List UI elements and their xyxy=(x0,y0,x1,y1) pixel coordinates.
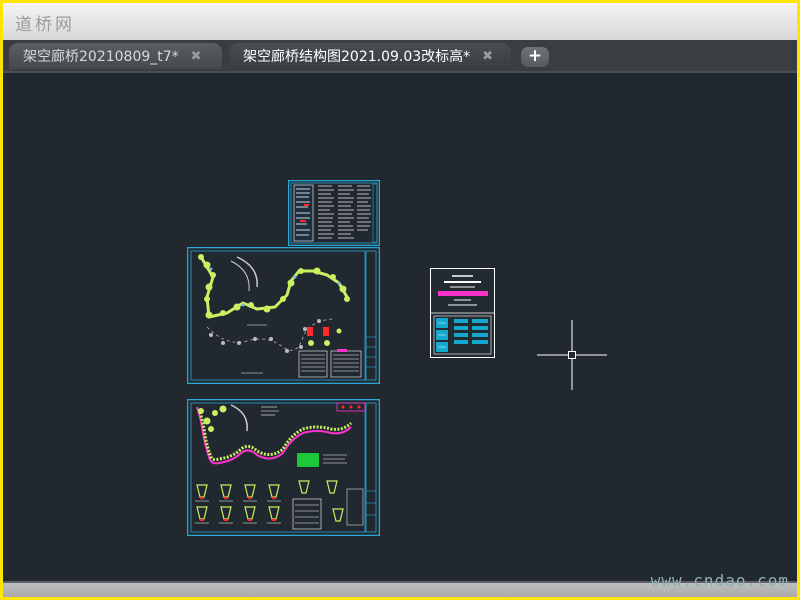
drawing-canvas[interactable] xyxy=(3,73,797,585)
site-watermark: www.cndao.com xyxy=(650,571,789,590)
watermark-logo: 道桥网 xyxy=(15,15,75,35)
application-window: 道桥网 架空廊桥20210809_t7* ✖ 架空廊桥结构图2021.09.03… xyxy=(3,3,797,597)
close-icon[interactable]: ✖ xyxy=(191,49,202,64)
tab-drawing-2[interactable]: 架空廊桥结构图2021.09.03改标高* ✖ xyxy=(229,43,511,69)
close-icon[interactable]: ✖ xyxy=(482,49,493,64)
document-tab-strip: 架空廊桥20210809_t7* ✖ 架空廊桥结构图2021.09.03改标高*… xyxy=(3,40,797,73)
tab-drawing-1[interactable]: 架空廊桥20210809_t7* ✖ xyxy=(9,43,222,69)
tab-label: 架空廊桥20210809_t7* xyxy=(23,49,179,65)
cad-crosshair-cursor-icon xyxy=(537,320,607,390)
drawing-sheet-notes[interactable] xyxy=(288,180,380,246)
drawing-sheet-layout-plan[interactable] xyxy=(187,247,380,384)
drawing-sheet-cover[interactable] xyxy=(430,268,495,358)
new-tab-button[interactable]: + xyxy=(521,47,549,67)
title-bar: 道桥网 xyxy=(3,3,797,40)
tab-label: 架空廊桥结构图2021.09.03改标高* xyxy=(243,49,471,65)
drawing-sheet-general-arrangement[interactable] xyxy=(187,399,380,536)
